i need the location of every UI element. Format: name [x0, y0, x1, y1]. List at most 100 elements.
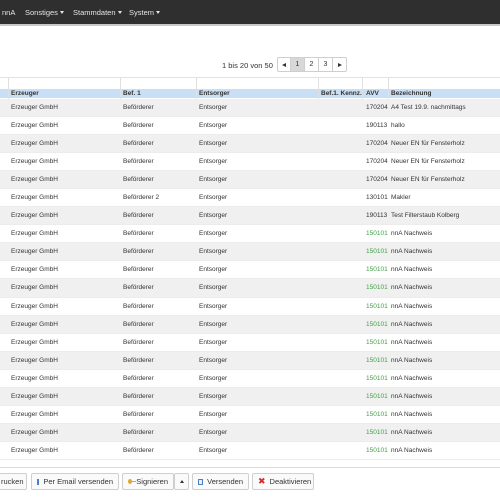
table-row[interactable]: Erzeuger GmbH Beförderer Entsorger 150101 nn…	[0, 315, 500, 334]
column-header-kennz[interactable]: Bef.1. Kennz.	[321, 90, 362, 97]
transport-table: Erzeuger Bef. 1 Entsorger Bef.1. Kennz. …	[0, 77, 500, 460]
table-row[interactable]: Erzeuger GmbH Beförderer Entsorger 150101 nn…	[0, 297, 500, 316]
table-row[interactable]: Erzeuger GmbH Beförderer Entsorger 150101 nn…	[0, 333, 500, 352]
cell-bef1: Beförderer	[123, 104, 154, 111]
send-button[interactable]: Versenden	[192, 473, 249, 490]
nav-item-label: nnA	[2, 8, 16, 17]
cell-entsorger: Entsorger	[199, 266, 228, 274]
column-divider	[318, 78, 319, 99]
page-button-1[interactable]: 1	[291, 57, 305, 72]
caret-down-icon	[59, 11, 64, 14]
cell-erzeuger: Erzeuger GmbH	[11, 446, 58, 454]
cell-bezeichnung: nnA Nachweis	[391, 374, 433, 382]
cell-entsorger: Entsorger	[199, 374, 228, 382]
column-header-entsorger[interactable]: Entsorger	[199, 90, 230, 97]
cell-avv: 130101	[366, 194, 388, 202]
email-send-button[interactable]: Per Email versenden	[31, 473, 119, 490]
cell-avv: 150101	[366, 446, 388, 454]
cell-bef1: Beförderer	[123, 176, 154, 184]
column-header-erzeuger[interactable]: Erzeuger	[11, 90, 39, 97]
cell-avv: 170204	[366, 176, 388, 184]
key-icon	[128, 478, 137, 485]
nav-item-stammdaten[interactable]: Stammdaten	[73, 8, 122, 17]
cell-erzeuger: Erzeuger GmbH	[11, 374, 58, 382]
sign-menu-button[interactable]	[174, 473, 189, 490]
cell-entsorger: Entsorger	[199, 158, 228, 166]
cell-bef1: Beförderer	[123, 392, 154, 400]
cell-erzeuger: Erzeuger GmbH	[11, 212, 58, 220]
cell-bef1: Beförderer	[123, 230, 154, 238]
table-row[interactable]: Erzeuger GmbH Beförderer Entsorger 170204 Ne…	[0, 171, 500, 190]
cell-avv: 170204	[366, 104, 388, 111]
next-page-button[interactable]	[333, 57, 347, 72]
cell-avv: 150101	[366, 374, 388, 382]
cell-avv: 190113	[366, 122, 388, 130]
cell-bef1: Beförderer	[123, 284, 154, 292]
table-body: Erzeuger GmbH Beförderer Entsorger 170204 A4…	[0, 99, 500, 460]
table-row[interactable]: Erzeuger GmbH Beförderer Entsorger 150101 nn…	[0, 423, 500, 442]
cell-bezeichnung: Neuer EN für Fensterholz	[391, 140, 465, 148]
cell-entsorger: Entsorger	[199, 212, 228, 220]
mail-icon	[37, 478, 40, 485]
cell-erzeuger: Erzeuger GmbH	[11, 392, 58, 400]
column-header-bef1[interactable]: Bef. 1	[123, 90, 141, 97]
cell-erzeuger: Erzeuger GmbH	[11, 122, 58, 130]
cell-bezeichnung: nnA Nachweis	[391, 392, 433, 400]
table-row[interactable]: Erzeuger GmbH Beförderer Entsorger 170204 A4…	[0, 99, 500, 118]
nav-item-sonstiges[interactable]: Sonstiges	[25, 8, 64, 17]
cell-erzeuger: Erzeuger GmbH	[11, 320, 58, 328]
cell-entsorger: Entsorger	[199, 176, 228, 184]
cell-erzeuger: Erzeuger GmbH	[11, 230, 58, 238]
cell-entsorger: Entsorger	[199, 446, 228, 454]
cell-avv: 150101	[366, 356, 388, 364]
cell-entsorger: Entsorger	[199, 338, 228, 346]
cell-bef1: Beförderer	[123, 140, 154, 148]
deactivate-label: Deaktivieren	[269, 477, 312, 486]
column-header-bezeichnung[interactable]: Bezeichnung	[391, 90, 431, 97]
deactivate-button[interactable]: ✖ Deaktivieren	[252, 473, 314, 490]
table-row[interactable]: Erzeuger GmbH Beförderer Entsorger 150101 nn…	[0, 279, 500, 298]
prev-page-button[interactable]	[277, 57, 291, 72]
email-send-label: Per Email versenden	[43, 477, 113, 486]
table-row[interactable]: Erzeuger GmbH Beförderer 2 Entsorger 130101…	[0, 189, 500, 208]
table-row[interactable]: Erzeuger GmbH Beförderer Entsorger 190113 Te…	[0, 207, 500, 226]
cell-bezeichnung: nnA Nachweis	[391, 410, 433, 418]
table-row[interactable]: Erzeuger GmbH Beförderer Entsorger 150101 nn…	[0, 441, 500, 460]
cell-bezeichnung: Test Filterstaub Kolberg	[391, 212, 460, 220]
table-row[interactable]: Erzeuger GmbH Beförderer Entsorger 170204 Ne…	[0, 135, 500, 154]
cell-avv: 150101	[366, 302, 388, 310]
cell-bezeichnung: nnA Nachweis	[391, 230, 433, 238]
cell-bezeichnung: nnA Nachweis	[391, 428, 433, 436]
close-icon: ✖	[258, 476, 266, 486]
table-row[interactable]: Erzeuger GmbH Beförderer Entsorger 150101 nn…	[0, 405, 500, 424]
table-row[interactable]: Erzeuger GmbH Beförderer Entsorger 150101 nn…	[0, 243, 500, 262]
table-row[interactable]: Erzeuger GmbH Beförderer Entsorger 190113 ha…	[0, 117, 500, 136]
cell-bef1: Beförderer	[123, 320, 154, 328]
cell-bezeichnung: nnA Nachweis	[391, 302, 433, 310]
table-row[interactable]: Erzeuger GmbH Beförderer Entsorger 150101 nn…	[0, 369, 500, 388]
nav-item-nna[interactable]: nnA	[2, 8, 15, 17]
table-row[interactable]: Erzeuger GmbH Beförderer Entsorger 150101 nn…	[0, 225, 500, 244]
caret-down-icon	[117, 11, 122, 14]
table-row[interactable]: Erzeuger GmbH Beförderer Entsorger 150101 nn…	[0, 351, 500, 370]
page-button-2[interactable]: 2	[305, 57, 319, 72]
column-header-avv[interactable]: AVV	[366, 90, 379, 97]
cell-avv: 170204	[366, 140, 388, 148]
print-button[interactable]: rucken	[0, 473, 27, 490]
table-row[interactable]: Erzeuger GmbH Beförderer Entsorger 150101 nn…	[0, 387, 500, 406]
nav-item-system[interactable]: System	[129, 8, 161, 17]
cell-entsorger: Entsorger	[199, 194, 228, 202]
cell-erzeuger: Erzeuger GmbH	[11, 302, 58, 310]
table-row[interactable]: Erzeuger GmbH Beförderer Entsorger 170204 Ne…	[0, 153, 500, 172]
table-row[interactable]: Erzeuger GmbH Beförderer Entsorger 150101 nn…	[0, 261, 500, 280]
page-button-3[interactable]: 3	[319, 57, 333, 72]
cell-bef1: Beförderer	[123, 356, 154, 364]
sign-button[interactable]: Signieren	[122, 473, 174, 490]
cell-entsorger: Entsorger	[199, 392, 228, 400]
cell-avv: 150101	[366, 392, 388, 400]
cell-erzeuger: Erzeuger GmbH	[11, 428, 58, 436]
caret-down-icon	[156, 11, 161, 14]
cell-bezeichnung: nnA Nachweis	[391, 284, 433, 292]
arrow-right-icon	[337, 62, 342, 67]
cell-bezeichnung: hallo	[391, 122, 405, 130]
